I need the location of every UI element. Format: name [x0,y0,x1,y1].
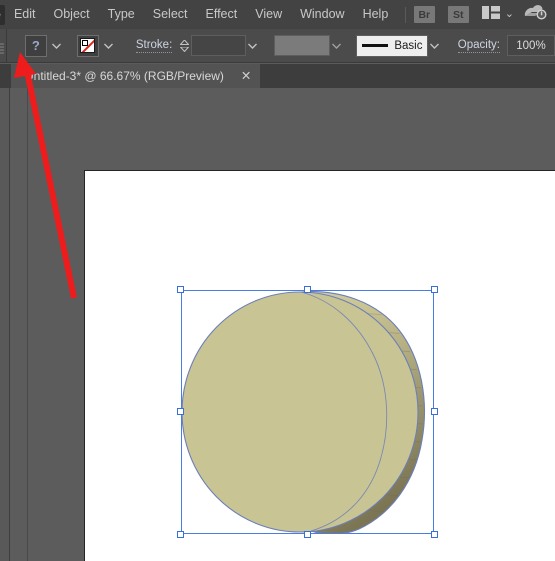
stroke-weight-stepper[interactable] [180,35,190,57]
menu-bar: e Edit Object Type Select Effect View Wi… [0,0,555,29]
stroke-none-icon [80,38,96,53]
close-icon[interactable]: ✕ [241,70,251,83]
width-profile-dropdown[interactable] [330,34,343,57]
menubar-divider [404,6,406,23]
tools-panel-collapsed[interactable] [0,88,10,561]
stroke-weight-input[interactable] [191,35,247,56]
control-bar-grip[interactable] [0,28,7,63]
menu-effect[interactable]: Effect [197,0,247,29]
stroke-swatch-dropdown[interactable] [98,34,118,57]
menu-edit[interactable]: Edit [5,0,45,29]
canvas-area[interactable] [28,88,555,561]
opacity-input[interactable]: 100% [506,35,555,56]
menu-help[interactable]: Help [354,0,398,29]
opacity-label[interactable]: Opacity: [457,39,500,53]
brush-preview-icon [361,44,389,47]
creative-cloud-sync-icon[interactable] [523,3,548,26]
stroke-weight-dropdown[interactable] [246,34,259,57]
bridge-icon[interactable]: Br [413,6,435,23]
document-tab-bar: Untitled-3* @ 66.67% (RGB/Preview) ✕ [0,64,555,88]
workspace-layout-icon [481,5,500,24]
circle-front-face [181,291,419,533]
brush-definition-dropdown[interactable] [428,34,441,57]
stroke-label[interactable]: Stroke: [135,39,173,53]
menu-view[interactable]: View [246,0,291,29]
tools-panel-column[interactable] [10,88,28,561]
fill-swatch[interactable]: ? [24,34,47,57]
menu-select[interactable]: Select [144,0,197,29]
menu-type[interactable]: Type [99,0,144,29]
document-tab-title: Untitled-3* @ 66.67% (RGB/Preview) [25,69,224,83]
fill-swatch-dropdown[interactable] [46,34,66,57]
extruded-circle-3d[interactable] [181,290,434,534]
stroke-control-group [76,34,118,57]
document-tab[interactable]: Untitled-3* @ 66.67% (RGB/Preview) ✕ [11,64,261,88]
brush-definition-value: Basic [394,39,423,52]
stroke-swatch[interactable] [76,34,99,57]
fill-control-group: ? [24,34,66,57]
fill-swatch-value: ? [31,38,40,53]
grip-dots-icon [0,41,6,59]
chevron-down-icon: ⌄ [504,8,514,20]
menu-object[interactable]: Object [45,0,99,29]
stock-icon[interactable]: St [447,6,469,23]
width-profile-field[interactable] [273,35,331,56]
menu-window[interactable]: Window [291,0,353,29]
illustrator-window: e Edit Object Type Select Effect View Wi… [0,0,555,561]
brush-definition-field[interactable]: Basic [355,34,429,57]
control-bar: ? Stroke: Basic Opacity: 100% [0,28,555,63]
workspace-switcher[interactable]: ⌄ [481,5,514,24]
